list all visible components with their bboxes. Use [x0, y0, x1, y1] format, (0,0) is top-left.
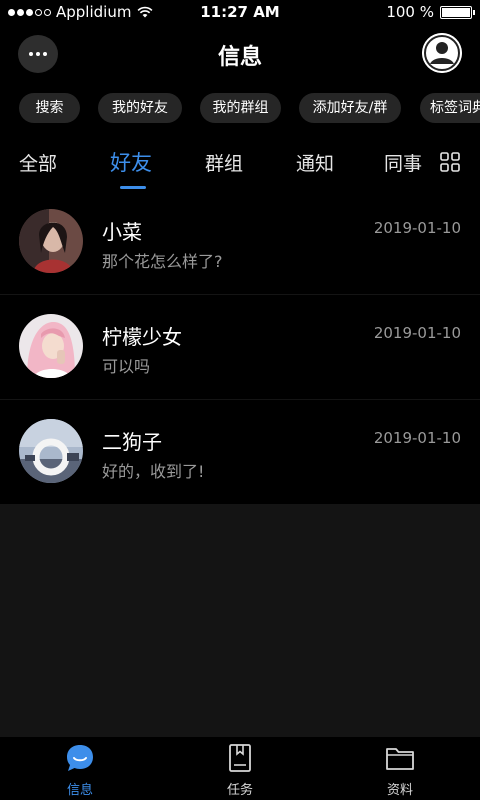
nav-messages[interactable]: 信息 [40, 743, 120, 798]
battery-percent: 100 % [386, 3, 434, 21]
avatar [19, 209, 83, 273]
tab-friends[interactable]: 好友 [110, 147, 152, 177]
page-title: 信息 [217, 45, 262, 70]
nav-label: 信息 [66, 783, 93, 798]
nav-label: 资料 [386, 783, 413, 798]
chip-my-groups[interactable]: 我的群组 [200, 93, 281, 123]
chat-date: 2019-01-10 [373, 219, 461, 237]
task-book-icon [229, 744, 251, 772]
chat-date: 2019-01-10 [373, 429, 461, 447]
status-right: 100 % [386, 3, 475, 21]
chat-name: 柠檬少女 [102, 325, 182, 349]
chat-bubble-icon [67, 745, 93, 771]
profile-button[interactable] [422, 33, 462, 73]
chat-preview: 好的，收到了! [102, 462, 205, 481]
active-tab-indicator [120, 186, 146, 189]
app-header: 信息 [0, 24, 480, 84]
chip-my-friends[interactable]: 我的好友 [98, 93, 182, 123]
chip-tag-dictionary[interactable]: 标签词典 [420, 93, 480, 123]
battery-icon [440, 5, 475, 19]
tab-bar: 全部 好友 群组 通知 同事 [0, 130, 480, 190]
tab-colleagues[interactable]: 同事 [384, 149, 422, 176]
battery-fill [442, 7, 470, 17]
chat-preview: 可以吗 [102, 357, 151, 376]
avatar [19, 419, 83, 483]
chip-add-friend-group[interactable]: 添加好友/群 [299, 93, 401, 123]
avatar [19, 314, 83, 378]
folder-icon [386, 748, 414, 770]
chat-name: 小菜 [102, 220, 142, 244]
status-bar: Applidium 11:27 AM 100 % [0, 0, 480, 24]
nav-files[interactable]: 资料 [360, 743, 440, 798]
tab-notifications[interactable]: 通知 [296, 149, 334, 176]
quick-action-chips: 搜索 我的好友 我的群组 添加好友/群 标签词典 [0, 84, 480, 130]
user-avatar-icon [422, 33, 462, 73]
bottom-nav: 信息 任务 资料 [0, 737, 480, 800]
chat-preview: 那个花怎么样了? [102, 252, 223, 271]
grid-icon[interactable] [440, 152, 460, 172]
chat-row[interactable]: 柠檬少女 可以吗 2019-01-10 [0, 295, 480, 399]
chat-row[interactable]: 二狗子 好的，收到了! 2019-01-10 [0, 400, 480, 504]
tab-groups[interactable]: 群组 [205, 149, 243, 176]
empty-area [0, 505, 480, 737]
tab-all[interactable]: 全部 [19, 149, 57, 176]
nav-label: 任务 [226, 783, 253, 798]
chip-search[interactable]: 搜索 [19, 93, 80, 123]
chat-date: 2019-01-10 [373, 324, 461, 342]
nav-tasks[interactable]: 任务 [200, 743, 280, 798]
chat-row[interactable]: 小菜 那个花怎么样了? 2019-01-10 [0, 190, 480, 294]
chat-name: 二狗子 [102, 430, 162, 454]
